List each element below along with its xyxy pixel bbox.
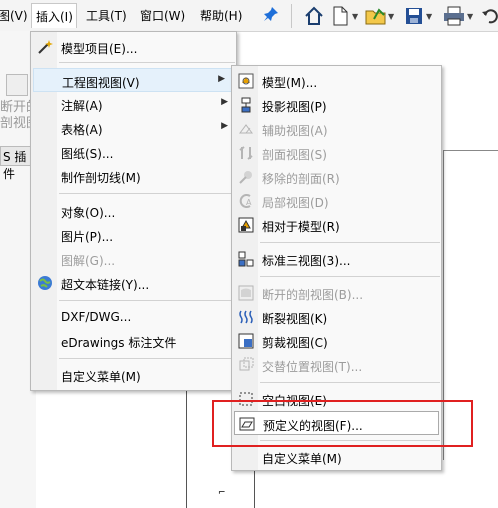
menu-item-customize-submenu[interactable]: 自定义菜单(M) <box>232 445 441 469</box>
menu-item-tables[interactable]: 表格(A) ▶ <box>31 116 236 140</box>
globe-link-icon <box>36 274 54 292</box>
submenu-arrow-icon: ▶ <box>221 97 228 107</box>
menu-item-label: 制作剖切线(M) <box>61 171 141 185</box>
menu-item-label: 模型项目(E)... <box>61 42 138 56</box>
drawing-canvas[interactable] <box>440 150 498 508</box>
menu-item-edrawings[interactable]: eDrawings 标注文件 <box>31 329 236 353</box>
menu-item-label: 模型(M)... <box>262 76 318 90</box>
menu-item-diagram: 图解(G)... <box>31 247 236 271</box>
open-folder-icon[interactable] <box>364 4 388 28</box>
chevron-down-icon[interactable]: ▼ <box>352 12 358 21</box>
menu-item-annotation[interactable]: 注解(A) ▶ <box>31 92 236 116</box>
menu-item-cutting-line[interactable]: 制作剖切线(M) <box>31 164 236 188</box>
broken-section-icon <box>6 74 28 96</box>
menu-item-label: 图纸(S)... <box>61 147 114 161</box>
menu-insert[interactable]: 插入(I) <box>31 3 77 28</box>
menu-item-sheet[interactable]: 图纸(S)... <box>31 140 236 164</box>
menu-item-label: DXF/DWG... <box>61 310 132 324</box>
menu-item-label: 对象(O)... <box>61 206 116 220</box>
menu-item-label: 移除的剖面(R) <box>262 172 340 186</box>
menu-item-label: 剖面视图(S) <box>262 148 327 162</box>
removed-section-icon <box>237 168 255 186</box>
projected-view-icon <box>237 96 255 114</box>
auxiliary-view-icon <box>237 120 255 138</box>
menu-item-label: 断裂视图(K) <box>262 312 328 326</box>
menu-item-label: 表格(A) <box>61 123 103 137</box>
menu-item-hyperlink[interactable]: 超文本链接(Y)... <box>31 271 236 295</box>
chevron-down-icon[interactable]: ▼ <box>467 12 473 21</box>
menu-item-label: 自定义菜单(M) <box>61 370 141 384</box>
menu-item-dxf-dwg[interactable]: DXF/DWG... <box>31 305 236 329</box>
insert-menu: 模型项目(E)... 工程图视图(V) ▶ 注解(A) ▶ 表格(A) ▶ 图纸… <box>30 31 237 391</box>
menu-window[interactable]: 窗口(W) <box>140 7 185 24</box>
menu-item-auxiliary-view: 辅助视图(A) <box>232 117 441 141</box>
menu-item-label: 辅助视图(A) <box>262 124 328 138</box>
break-view-icon <box>237 308 255 326</box>
menu-item-standard-three-view[interactable]: 标准三视图(3)... <box>232 247 441 271</box>
menu-view[interactable]: 图(V) <box>0 7 28 24</box>
menu-item-drawing-view[interactable]: 工程图视图(V) ▶ <box>33 68 234 92</box>
highlight-annotation-box <box>212 400 473 447</box>
menu-item-label: 标准三视图(3)... <box>262 254 351 268</box>
menu-item-detail-view: A 局部视图(D) <box>232 189 441 213</box>
menu-item-projected-view[interactable]: 投影视图(P) <box>232 93 441 117</box>
undo-icon[interactable] <box>478 4 498 28</box>
menu-item-label: 注解(A) <box>61 99 103 113</box>
menu-item-model-items[interactable]: 模型项目(E)... <box>31 35 236 59</box>
svg-text:A: A <box>246 198 252 207</box>
menu-item-label: eDrawings 标注文件 <box>61 336 177 350</box>
save-icon[interactable] <box>402 4 426 28</box>
menu-item-object[interactable]: 对象(O)... <box>31 199 236 223</box>
menu-item-label: 自定义菜单(M) <box>262 452 342 466</box>
section-view-icon <box>237 144 255 162</box>
new-document-icon[interactable] <box>328 4 352 28</box>
menu-item-crop-view[interactable]: 剪裁视图(C) <box>232 329 441 353</box>
menu-item-label: 局部视图(D) <box>262 196 329 210</box>
menu-item-section-view: 剖面视图(S) <box>232 141 441 165</box>
menu-item-picture[interactable]: 图片(P)... <box>31 223 236 247</box>
menu-item-model-view[interactable]: 模型(M)... <box>232 69 441 93</box>
three-view-icon <box>237 250 255 268</box>
menu-item-broken-out-section: 断开的剖视图(B)... <box>232 281 441 305</box>
menu-item-label: 投影视图(P) <box>262 100 327 114</box>
menu-insert-label: 插入(I) <box>36 10 73 24</box>
menu-item-removed-section: 移除的剖面(R) <box>232 165 441 189</box>
menu-item-label: 超文本链接(Y)... <box>61 278 150 292</box>
menu-item-label: 断开的剖视图(B)... <box>262 288 364 302</box>
menu-help[interactable]: 帮助(H) <box>200 7 242 24</box>
model-view-icon <box>237 72 255 90</box>
menubar: 图(V) 插入(I) 工具(T) 窗口(W) 帮助(H) ▼ ▼ ▼ ▼ <box>0 0 498 32</box>
submenu-arrow-icon: ▶ <box>218 74 225 84</box>
broken-out-section-icon <box>237 284 255 302</box>
magic-wand-icon <box>36 38 54 56</box>
menu-item-customize-menu[interactable]: 自定义菜单(M) <box>31 363 236 387</box>
menu-item-label: 剪裁视图(C) <box>262 336 328 350</box>
crop-view-icon <box>237 332 255 350</box>
menu-item-label: 图解(G)... <box>61 254 116 268</box>
home-icon[interactable] <box>302 4 326 28</box>
menu-item-relative-to-model[interactable]: 相对于模型(R) <box>232 213 441 237</box>
relative-view-icon <box>237 216 255 234</box>
menu-item-label: 交替位置视图(T)... <box>262 360 363 374</box>
pin-icon[interactable] <box>263 6 279 25</box>
menu-item-break-view[interactable]: 断裂视图(K) <box>232 305 441 329</box>
print-icon[interactable] <box>442 4 466 28</box>
menu-item-label: 图片(P)... <box>61 230 114 244</box>
menu-item-label: 工程图视图(V) <box>62 76 140 90</box>
addins-tab[interactable]: S 插件 <box>0 146 34 181</box>
menu-item-alternate-position: 交替位置视图(T)... <box>232 353 441 377</box>
detail-view-icon: A <box>237 192 255 210</box>
menu-item-label: 相对于模型(R) <box>262 220 340 234</box>
alternate-position-icon <box>237 356 255 374</box>
chevron-down-icon[interactable]: ▼ <box>388 12 394 21</box>
menu-tools[interactable]: 工具(T) <box>86 7 127 24</box>
chevron-down-icon[interactable]: ▼ <box>426 12 432 21</box>
submenu-arrow-icon: ▶ <box>221 121 228 131</box>
